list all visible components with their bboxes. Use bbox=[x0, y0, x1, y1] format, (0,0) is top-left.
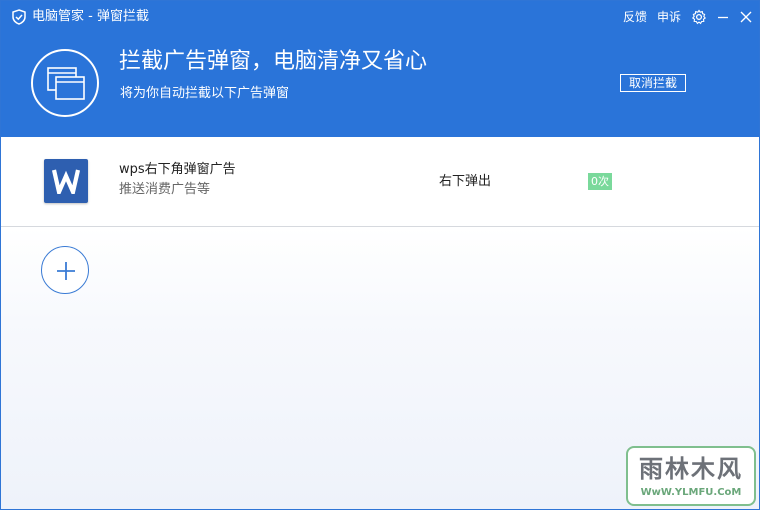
window-title: 电脑管家 - 弹窗拦截 bbox=[32, 9, 149, 24]
plus-icon bbox=[57, 262, 75, 280]
title-bar: 电脑管家 - 弹窗拦截 反馈 申诉 bbox=[1, 1, 759, 33]
shield-logo-icon bbox=[11, 9, 27, 25]
add-rule-button[interactable] bbox=[41, 246, 89, 294]
gear-icon[interactable] bbox=[691, 9, 707, 25]
list-item[interactable]: wps右下角弹窗广告 推送消费广告等 右下弹出 0次 bbox=[1, 137, 759, 227]
rule-position: 右下弹出 bbox=[439, 174, 492, 189]
popup-blocker-window: 电脑管家 - 弹窗拦截 反馈 申诉 拦截广告弹窗，电脑清净又省心 将为你自动拦截… bbox=[0, 0, 760, 510]
minimize-icon[interactable] bbox=[715, 9, 731, 25]
wps-icon bbox=[44, 159, 88, 203]
rule-description: 推送消费广告等 bbox=[119, 182, 211, 197]
block-count-badge: 0次 bbox=[588, 173, 612, 190]
complaint-link[interactable]: 申诉 bbox=[657, 8, 681, 26]
headline: 拦截广告弹窗，电脑清净又省心 bbox=[119, 49, 428, 74]
close-icon[interactable] bbox=[738, 9, 754, 25]
watermark-logo: 雨林木风 WwW.YLMFU.CoM bbox=[626, 446, 756, 506]
cancel-blocking-button[interactable]: 取消拦截 bbox=[620, 74, 686, 92]
header-banner: 电脑管家 - 弹窗拦截 反馈 申诉 拦截广告弹窗，电脑清净又省心 将为你自动拦截… bbox=[1, 1, 759, 137]
feedback-link[interactable]: 反馈 bbox=[623, 8, 647, 26]
popup-window-icon bbox=[31, 49, 99, 117]
watermark-title: 雨林木风 bbox=[639, 455, 743, 483]
watermark-url: WwW.YLMFU.CoM bbox=[640, 487, 742, 498]
subheadline: 将为你自动拦截以下广告弹窗 bbox=[120, 86, 290, 101]
rule-name: wps右下角弹窗广告 bbox=[119, 162, 236, 177]
